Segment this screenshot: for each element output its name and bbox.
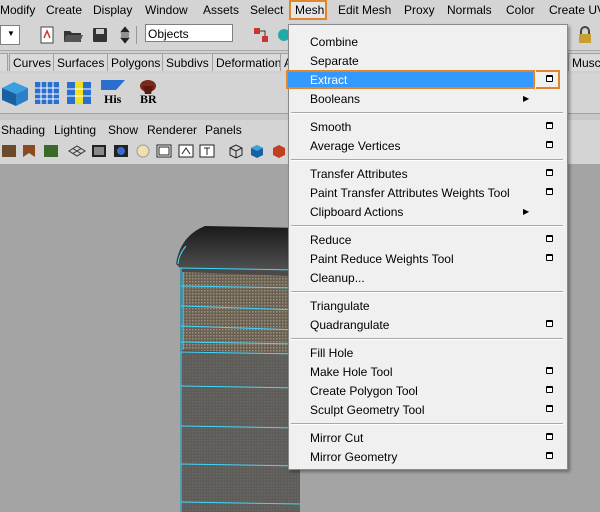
shelf-tab-polygons[interactable]: Polygons bbox=[107, 53, 165, 71]
menu-create[interactable]: Create bbox=[46, 3, 82, 17]
input-output-icon[interactable] bbox=[118, 25, 132, 45]
wireframe-cube-icon[interactable] bbox=[227, 142, 245, 160]
shelf-tab-deformation[interactable]: Deformation bbox=[212, 53, 286, 71]
menu-separator bbox=[291, 291, 563, 293]
grid-toggle-icon[interactable] bbox=[68, 142, 86, 160]
br-shelf-label: BR bbox=[140, 92, 157, 106]
sculpt-geometry-option-box-icon[interactable] bbox=[546, 405, 553, 412]
lock-icon[interactable] bbox=[575, 25, 595, 45]
panel-menu-shading[interactable]: Shading bbox=[1, 123, 45, 137]
poly-grid-shelf-icon[interactable] bbox=[32, 76, 62, 108]
image-plane-icon[interactable] bbox=[42, 142, 60, 160]
br-shelf-icon[interactable]: BR bbox=[133, 76, 163, 108]
textured-cube-icon[interactable] bbox=[270, 142, 288, 160]
panel-menu-show[interactable]: Show bbox=[108, 123, 138, 137]
mirror-geometry-option-box-icon[interactable] bbox=[546, 452, 553, 459]
menu-item-sculpt-geometry-tool[interactable]: Sculpt Geometry Tool bbox=[310, 402, 425, 418]
menu-item-smooth[interactable]: Smooth bbox=[310, 119, 351, 135]
shelf-tab-muscle[interactable]: Musc bbox=[568, 53, 600, 71]
open-scene-icon[interactable] bbox=[62, 25, 83, 45]
menu-item-combine[interactable]: Combine bbox=[310, 34, 358, 50]
main-menubar: Modify Create Display Window Assets Sele… bbox=[0, 0, 600, 23]
menu-edit-mesh[interactable]: Edit Mesh bbox=[338, 3, 391, 17]
menu-item-quadrangulate[interactable]: Quadrangulate bbox=[310, 317, 389, 333]
shelf-tab-partial[interactable] bbox=[0, 53, 8, 71]
bookmark-icon[interactable] bbox=[20, 142, 38, 160]
shelf-tab-subdivs[interactable]: Subdivs bbox=[162, 53, 213, 71]
reduce-option-box-icon[interactable] bbox=[546, 235, 553, 242]
history-shelf-icon[interactable]: His bbox=[98, 76, 128, 108]
menu-item-cleanup[interactable]: Cleanup... bbox=[310, 270, 365, 286]
menu-item-clipboard-actions[interactable]: Clipboard Actions bbox=[310, 204, 403, 220]
submenu-arrow-icon: ▶ bbox=[523, 94, 530, 103]
camera-attributes-icon[interactable] bbox=[0, 142, 18, 160]
panel-menu-lighting[interactable]: Lighting bbox=[54, 123, 96, 137]
menu-separator bbox=[291, 423, 563, 425]
light-icon[interactable] bbox=[134, 142, 152, 160]
panel-menu-panels[interactable]: Panels bbox=[205, 123, 242, 137]
submenu-arrow-icon: ▶ bbox=[523, 207, 530, 216]
shelf-tab-curves[interactable]: Curves bbox=[9, 53, 56, 71]
quadrangulate-option-box-icon[interactable] bbox=[546, 320, 553, 327]
film-gate-icon[interactable] bbox=[90, 142, 108, 160]
safe-action-icon[interactable] bbox=[155, 142, 173, 160]
menu-item-fill-hole[interactable]: Fill Hole bbox=[310, 345, 353, 361]
resolution-gate-icon[interactable] bbox=[112, 142, 130, 160]
field-chart-icon[interactable] bbox=[177, 142, 195, 160]
menu-item-triangulate[interactable]: Triangulate bbox=[310, 298, 370, 314]
menu-item-separate[interactable]: Separate bbox=[310, 53, 359, 69]
menu-item-paint-reduce-weights[interactable]: Paint Reduce Weights Tool bbox=[310, 251, 454, 267]
panel-menu-renderer[interactable]: Renderer bbox=[147, 123, 197, 137]
new-scene-icon[interactable] bbox=[37, 25, 57, 45]
menu-mesh[interactable]: Mesh bbox=[295, 3, 324, 17]
extract-option-box-icon[interactable] bbox=[546, 75, 553, 82]
save-scene-icon[interactable] bbox=[90, 25, 110, 45]
menu-separator bbox=[291, 112, 563, 114]
menu-normals[interactable]: Normals bbox=[447, 3, 492, 17]
smooth-option-box-icon[interactable] bbox=[546, 122, 553, 129]
mirror-cut-option-box-icon[interactable] bbox=[546, 433, 553, 440]
selection-mask-field[interactable]: Objects bbox=[145, 24, 233, 42]
menu-proxy[interactable]: Proxy bbox=[404, 3, 435, 17]
menu-item-paint-transfer-attributes[interactable]: Paint Transfer Attributes Weights Tool bbox=[310, 185, 510, 201]
paint-reduce-option-box-icon[interactable] bbox=[546, 254, 553, 261]
average-vertices-option-box-icon[interactable] bbox=[546, 141, 553, 148]
menu-item-booleans[interactable]: Booleans bbox=[310, 91, 360, 107]
paint-transfer-option-box-icon[interactable] bbox=[546, 188, 553, 195]
snap-icon[interactable] bbox=[276, 25, 290, 45]
menu-item-mirror-cut[interactable]: Mirror Cut bbox=[310, 430, 363, 446]
poly-column-shelf-icon[interactable] bbox=[64, 76, 94, 108]
menu-create-uv[interactable]: Create UV bbox=[549, 3, 600, 17]
menu-item-mirror-geometry[interactable]: Mirror Geometry bbox=[310, 449, 397, 465]
safe-title-icon[interactable] bbox=[198, 142, 216, 160]
menu-item-make-hole-tool[interactable]: Make Hole Tool bbox=[310, 364, 393, 380]
menu-modify[interactable]: Modify bbox=[0, 3, 35, 17]
toolbar-divider bbox=[136, 26, 143, 44]
poly-cube-shelf-icon[interactable] bbox=[0, 76, 30, 108]
smooth-shade-cube-icon[interactable] bbox=[248, 142, 266, 160]
select-by-hierarchy-icon[interactable] bbox=[251, 25, 271, 45]
menu-separator bbox=[291, 225, 563, 227]
transfer-attributes-option-box-icon[interactable] bbox=[546, 169, 553, 176]
menu-window[interactable]: Window bbox=[145, 3, 188, 17]
menu-assets[interactable]: Assets bbox=[203, 3, 239, 17]
mode-dropdown[interactable]: ▼ bbox=[0, 25, 20, 45]
menu-item-create-polygon-tool[interactable]: Create Polygon Tool bbox=[310, 383, 418, 399]
menu-item-average-vertices[interactable]: Average Vertices bbox=[310, 138, 401, 154]
create-polygon-option-box-icon[interactable] bbox=[546, 386, 553, 393]
menu-item-transfer-attributes[interactable]: Transfer Attributes bbox=[310, 166, 408, 182]
mesh-dropdown-menu: Combine Separate Extract Booleans ▶ Smoo… bbox=[286, 24, 568, 470]
make-hole-option-box-icon[interactable] bbox=[546, 367, 553, 374]
menu-display[interactable]: Display bbox=[93, 3, 132, 17]
shelf-tab-surfaces[interactable]: Surfaces bbox=[53, 53, 109, 71]
dropdown-arrow-icon: ▼ bbox=[7, 29, 15, 38]
history-shelf-label: His bbox=[104, 92, 122, 106]
menu-color[interactable]: Color bbox=[506, 3, 535, 17]
menu-item-extract[interactable]: Extract bbox=[310, 72, 347, 88]
menu-item-reduce[interactable]: Reduce bbox=[310, 232, 351, 248]
menu-separator bbox=[291, 338, 563, 340]
menu-select[interactable]: Select bbox=[250, 3, 283, 17]
menu-separator bbox=[291, 159, 563, 161]
